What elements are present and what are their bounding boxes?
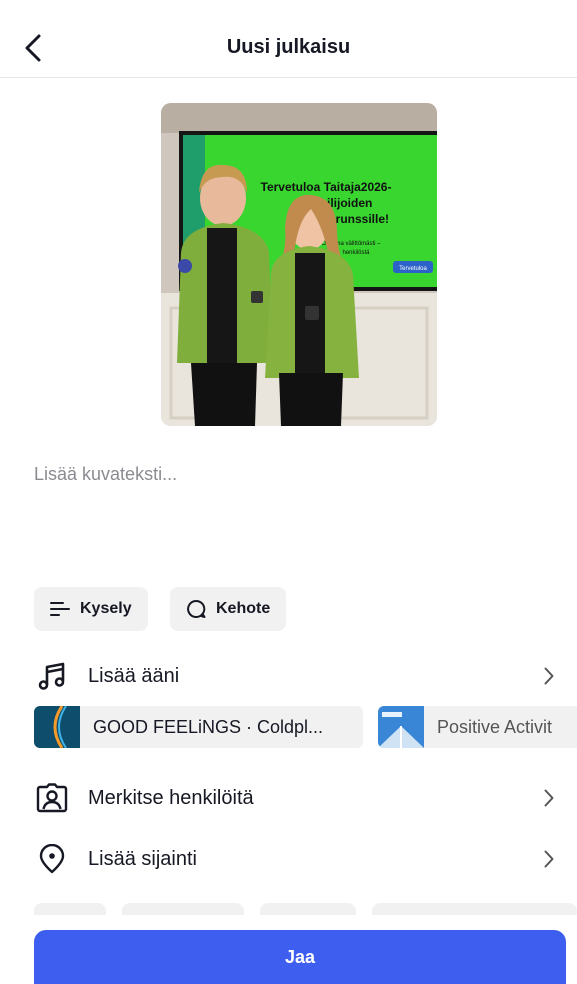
screen-badge: Tervetuloa — [399, 266, 427, 272]
prompt-chip[interactable]: Kehote — [170, 587, 287, 631]
chevron-right-icon — [544, 789, 554, 807]
poll-chip[interactable]: Kysely — [34, 587, 148, 631]
music-card[interactable]: Positive Activit — [378, 706, 577, 748]
music-suggestions: GOOD FEELiNGS · Coldpl... Positive Activ… — [34, 706, 577, 748]
add-sound-row[interactable]: Lisää ääni — [34, 656, 559, 696]
share-button[interactable]: Jaa — [34, 930, 566, 984]
location-chip[interactable] — [122, 903, 244, 915]
page-title: Uusi julkaisu — [226, 36, 351, 58]
music-title: GOOD FEELiNGS · Coldpl... — [93, 716, 324, 737]
location-chip[interactable] — [34, 903, 106, 915]
add-sound-label: Lisää ääni — [88, 664, 180, 687]
music-note-icon — [38, 662, 65, 690]
poll-icon — [50, 602, 70, 616]
tag-people-label: Merkitse henkilöitä — [88, 786, 254, 809]
album-cover-icon — [34, 706, 80, 748]
album-cover-icon — [378, 706, 424, 748]
chevron-right-icon — [544, 850, 554, 868]
tag-people-icon — [36, 783, 68, 813]
add-location-row[interactable]: Lisää sijainti — [34, 839, 559, 879]
music-title: Positive Activit — [437, 716, 553, 737]
add-location-label: Lisää sijainti — [88, 847, 197, 870]
header: Uusi julkaisu — [0, 0, 577, 78]
tag-people-row[interactable]: Merkitse henkilöitä — [34, 778, 559, 818]
location-chip[interactable] — [372, 903, 577, 915]
prompt-icon — [187, 599, 206, 618]
location-chip[interactable] — [260, 903, 356, 915]
chevron-right-icon — [544, 667, 554, 685]
photo-image: Tervetuloa Taitaja2026- kilpailijoiden a… — [161, 103, 437, 426]
music-card[interactable]: GOOD FEELiNGS · Coldpl... — [34, 706, 363, 748]
poll-chip-label: Kysely — [80, 600, 132, 617]
screen-small-2: henkilöstä — [342, 250, 370, 256]
screen-text-1: Tervetuloa Taitaja2026- — [261, 180, 392, 194]
location-suggestions — [34, 903, 577, 915]
location-pin-icon — [39, 844, 65, 874]
photo-preview[interactable]: Tervetuloa Taitaja2026- kilpailijoiden a… — [161, 103, 437, 426]
prompt-chip-label: Kehote — [216, 600, 271, 617]
caption-input[interactable]: Lisää kuvateksti... — [34, 464, 177, 485]
